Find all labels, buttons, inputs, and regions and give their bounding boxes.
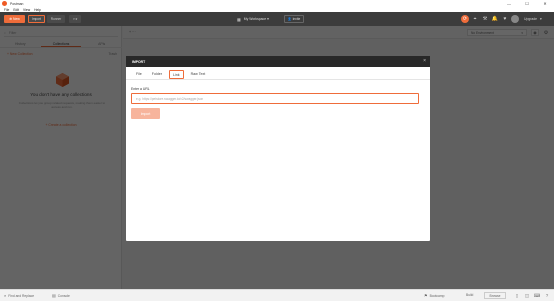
bell-icon[interactable]: 🔔 (491, 15, 499, 23)
import-tabs: File Folder Link Raw Text (126, 69, 430, 80)
runner-button[interactable]: Runner (47, 15, 65, 23)
terminal-icon: ▤ (52, 293, 56, 298)
sync-icon[interactable]: ⟳ (461, 15, 469, 23)
close-icon[interactable]: × (423, 58, 426, 64)
status-bar: ⌕ Find and Replace ▤ Console ⚑ Bootcamp … (0, 289, 554, 301)
modal-title: IMPORT (132, 59, 146, 64)
workspace-label: My Workspace (243, 17, 267, 21)
toolbar-icons: ⟳ ⌖ ⚒ 🔔 ♥ Upgrade ▾ (461, 15, 542, 23)
tab-file[interactable]: File (133, 69, 145, 79)
title-bar: Postman — ☐ ✕ (0, 0, 554, 7)
header-toolbar: ⊕ New Import Runner ▭ ▾ ▦ My Workspace ▾… (0, 12, 554, 26)
menu-file[interactable]: File (4, 8, 9, 12)
url-field-label: Enter a URL (131, 87, 150, 91)
tab-link[interactable]: Link (168, 70, 184, 79)
workspace-selector[interactable]: ▦ My Workspace ▾ (237, 15, 281, 23)
menu-view[interactable]: View (23, 8, 30, 12)
import-submit-button[interactable]: Import (131, 108, 160, 119)
layout-single-icon[interactable]: ▯ (514, 292, 520, 299)
import-button[interactable]: Import (28, 15, 45, 23)
satellite-icon[interactable]: ⌖ (471, 15, 479, 23)
console-button[interactable]: ▤ Console (52, 293, 70, 298)
menu-help[interactable]: Help (34, 8, 41, 12)
upgrade-button[interactable]: Upgrade (524, 17, 537, 21)
browse-button[interactable]: Browse (484, 292, 506, 299)
find-replace-button[interactable]: ⌕ Find and Replace (4, 293, 34, 298)
postman-logo-icon (2, 1, 7, 6)
avatar[interactable] (511, 15, 519, 23)
window-controls: — ☐ ✕ (500, 0, 554, 7)
keyboard-icon[interactable]: ⌨ (534, 292, 541, 299)
bootcamp-icon: ⚑ (424, 293, 428, 298)
chevron-down-icon: ▾ (75, 17, 78, 21)
heart-icon[interactable]: ♥ (501, 15, 509, 23)
grid-icon: ▦ (237, 16, 241, 22)
tab-folder[interactable]: Folder (149, 69, 165, 79)
url-input[interactable] (131, 93, 419, 104)
invite-label: Invite (292, 17, 301, 21)
bootcamp-button[interactable]: ⚑ Bootcamp (424, 293, 444, 298)
close-window-button[interactable]: ✕ (536, 0, 554, 7)
modal-header: IMPORT × (126, 56, 430, 67)
chevron-down-icon: ▾ (539, 17, 542, 21)
import-modal: IMPORT × File Folder Link Raw Text Enter… (126, 56, 430, 241)
new-window-button[interactable]: ▭ ▾ (69, 15, 81, 23)
new-button-label: New (13, 17, 20, 21)
tab-raw-text[interactable]: Raw Text (188, 69, 209, 79)
layout-split-icon[interactable]: ◫ (524, 292, 530, 299)
window-title: Postman (10, 1, 24, 6)
wrench-icon[interactable]: ⚒ (481, 15, 489, 23)
new-button[interactable]: ⊕ New (4, 15, 25, 23)
bootcamp-label: Bootcamp (429, 293, 445, 298)
find-replace-label: Find and Replace (8, 293, 35, 298)
build-button[interactable]: Build (466, 293, 473, 297)
chevron-down-icon: ▾ (266, 17, 269, 21)
maximize-button[interactable]: ☐ (518, 0, 536, 7)
search-icon: ⌕ (4, 293, 7, 298)
help-icon[interactable]: ? (544, 292, 550, 299)
menu-edit[interactable]: Edit (13, 8, 19, 12)
console-label: Console (57, 293, 70, 298)
minimize-button[interactable]: — (500, 0, 518, 7)
invite-button[interactable]: 👤 Invite (284, 15, 304, 23)
